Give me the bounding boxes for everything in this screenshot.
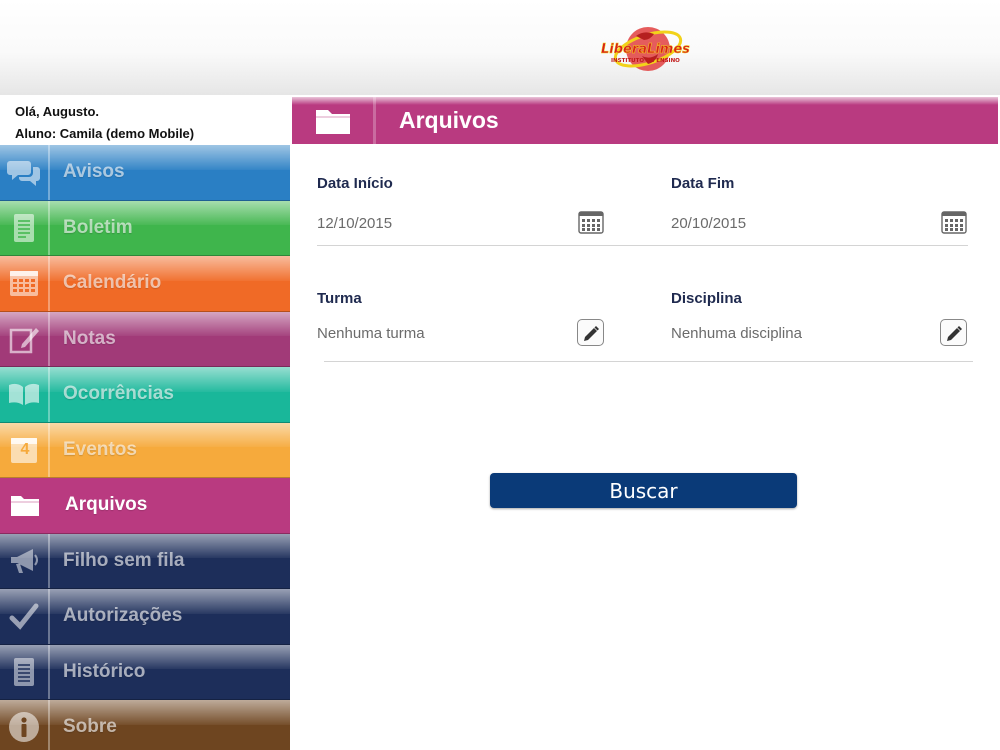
sidebar-item-label: Notas xyxy=(63,327,116,349)
disciplina-edit-icon[interactable] xyxy=(940,319,967,346)
data-fim-label: Data Fim xyxy=(671,175,735,192)
calendar-day-number: 4 xyxy=(20,440,30,458)
sidebar-item-label: Boletim xyxy=(63,216,133,238)
main-content: Arquivos Data Início 12/10/2015 Data Fim… xyxy=(290,95,1000,750)
folder-icon xyxy=(292,97,376,144)
svg-text:INSTITUTO DE ENSINO: INSTITUTO DE ENSINO xyxy=(611,58,680,64)
sidebar-item-label: Calendário xyxy=(63,272,162,294)
sidebar-item-label: Sobre xyxy=(63,716,117,738)
sidebar-item-label: Eventos xyxy=(63,438,137,460)
svg-text:LiberaLimes: LiberaLimes xyxy=(601,42,690,57)
calendar-icon xyxy=(0,256,50,311)
turma-label: Turma xyxy=(317,290,362,307)
sidebar-item-label: Filho sem fila xyxy=(63,549,185,571)
data-fim-field[interactable]: 20/10/2015 xyxy=(671,215,746,232)
checkmark-icon xyxy=(0,589,50,644)
sidebar-item-arquivos[interactable]: Arquivos xyxy=(0,478,290,534)
greeting-text: Olá, Augusto. xyxy=(15,104,100,119)
disciplina-label: Disciplina xyxy=(671,290,742,307)
disciplina-field[interactable]: Nenhuma disciplina xyxy=(671,325,802,342)
turma-edit-icon[interactable] xyxy=(577,319,604,346)
app-logo: LiberaLimes INSTITUTO DE ENSINO xyxy=(598,22,690,78)
student-text: Aluno: Camila (demo Mobile) xyxy=(15,126,195,141)
sidebar-item-autorizacoes[interactable]: Autorizações xyxy=(0,589,290,645)
sidebar-item-label: Ocorrências xyxy=(63,383,174,405)
data-fim-calendar-icon[interactable] xyxy=(941,210,967,234)
sidebar-item-boletim[interactable]: Boletim xyxy=(0,200,290,256)
sidebar: Avisos Boletim Calendário Notas Ocorrênc… xyxy=(0,145,290,750)
data-inicio-label: Data Início xyxy=(317,175,393,192)
sidebar-item-label: Histórico xyxy=(63,660,146,682)
folder-icon xyxy=(0,478,50,533)
sidebar-item-calendario[interactable]: Calendário xyxy=(0,256,290,312)
sidebar-item-filho-sem-fila[interactable]: Filho sem fila xyxy=(0,533,290,589)
sidebar-item-ocorrencias[interactable]: Ocorrências xyxy=(0,367,290,423)
turma-field[interactable]: Nenhuma turma xyxy=(317,325,425,342)
sidebar-item-eventos[interactable]: 4 Eventos xyxy=(0,422,290,478)
buscar-button[interactable]: Buscar xyxy=(490,473,797,508)
user-greeting: Olá, Augusto. Aluno: Camila (demo Mobile… xyxy=(0,95,290,145)
page-header: Arquivos xyxy=(292,97,998,144)
divider xyxy=(324,361,973,362)
info-icon xyxy=(0,700,50,750)
sidebar-item-label: Autorizações xyxy=(63,605,183,627)
pencil-note-icon xyxy=(0,311,50,366)
chat-bubbles-icon xyxy=(0,145,50,200)
sidebar-item-avisos[interactable]: Avisos xyxy=(0,145,290,201)
data-inicio-field[interactable]: 12/10/2015 xyxy=(317,215,392,232)
megaphone-icon xyxy=(0,533,50,588)
page-title: Arquivos xyxy=(399,107,499,133)
open-book-icon xyxy=(0,367,50,422)
sidebar-item-historico[interactable]: Histórico xyxy=(0,644,290,700)
sidebar-item-label: Arquivos xyxy=(65,494,148,516)
document-icon xyxy=(0,200,50,255)
sidebar-item-label: Avisos xyxy=(63,161,125,183)
top-bar: LiberaLimes INSTITUTO DE ENSINO xyxy=(0,0,1000,95)
sidebar-item-sobre[interactable]: Sobre xyxy=(0,700,290,750)
sidebar-item-notas[interactable]: Notas xyxy=(0,311,290,367)
divider xyxy=(317,245,968,246)
list-document-icon xyxy=(0,644,50,699)
data-inicio-calendar-icon[interactable] xyxy=(578,210,604,234)
